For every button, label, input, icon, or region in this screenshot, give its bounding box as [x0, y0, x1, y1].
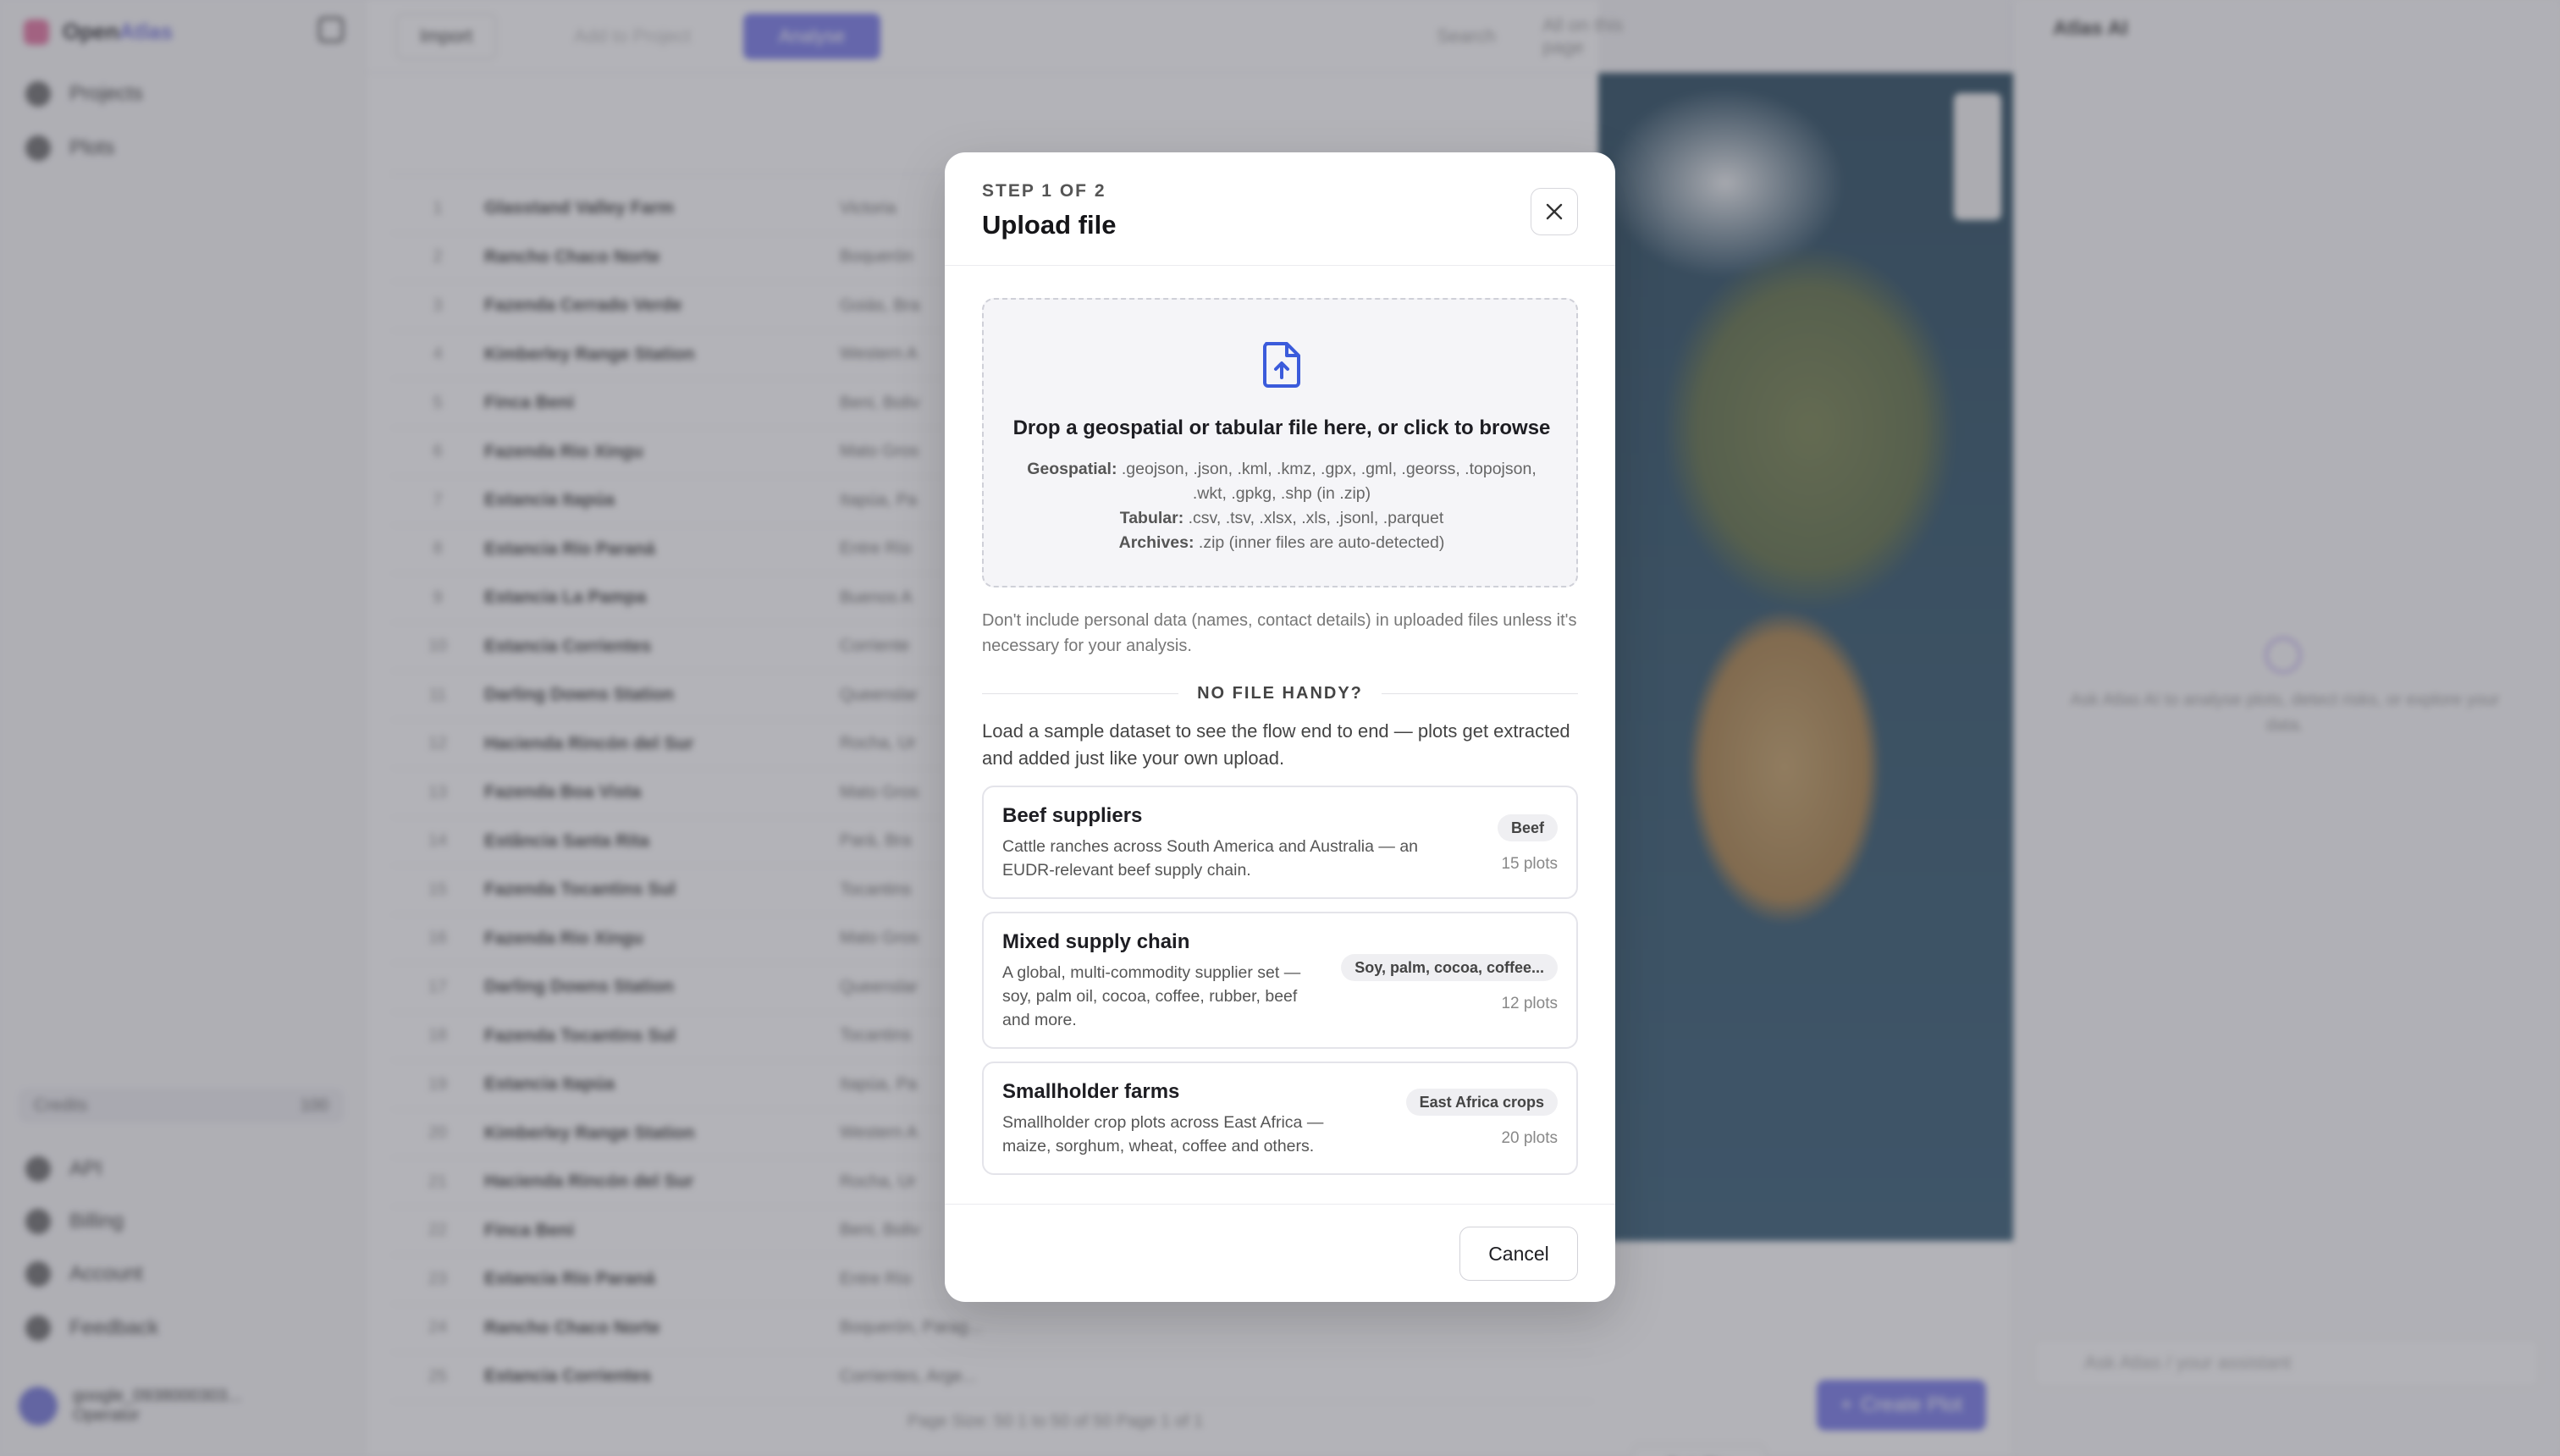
- close-icon: [1546, 203, 1563, 220]
- section-divider: NO FILE HANDY?: [982, 682, 1578, 704]
- sample-description: A global, multi-commodity supplier set —…: [1002, 963, 1301, 1029]
- commodity-tag: East Africa crops: [1405, 1089, 1558, 1116]
- supported-formats: Geospatial: .geojson, .json, .kml, .kmz,…: [1027, 460, 1537, 552]
- sample-name: Beef suppliers: [1002, 804, 1143, 827]
- cancel-button[interactable]: Cancel: [1459, 1227, 1578, 1281]
- dialog-title: Upload file: [982, 210, 1117, 240]
- commodity-tag: Beef: [1497, 814, 1558, 841]
- plot-count: 15 plots: [1501, 855, 1558, 873]
- dropzone-title: Drop a geospatial or tabular file here, …: [1012, 416, 1551, 439]
- commodity-tag: Soy, palm, cocoa, coffee...: [1341, 954, 1558, 981]
- sample-card-mixed-supply-chain[interactable]: Mixed supply chain A global, multi-commo…: [982, 912, 1578, 1049]
- close-button[interactable]: [1531, 188, 1578, 235]
- plot-count: 20 plots: [1501, 1129, 1558, 1147]
- sample-name: Mixed supply chain: [1002, 930, 1190, 953]
- sample-card-smallholder-farms[interactable]: Smallholder farms Smallholder crop plots…: [982, 1062, 1578, 1175]
- sample-description: Cattle ranches across South America and …: [1002, 837, 1419, 880]
- sample-intro: Load a sample dataset to see the flow en…: [982, 720, 1570, 769]
- sample-card-beef-suppliers[interactable]: Beef suppliers Cattle ranches across Sou…: [982, 786, 1578, 899]
- step-indicator: STEP 1 OF 2: [982, 181, 1106, 201]
- privacy-note: Don't include personal data (names, cont…: [982, 611, 1577, 655]
- dialog-footer: Cancel: [945, 1204, 1615, 1302]
- file-dropzone[interactable]: Drop a geospatial or tabular file here, …: [982, 298, 1578, 587]
- upload-dialog: STEP 1 OF 2 Upload file Drop a geospatia…: [945, 152, 1615, 1302]
- dialog-header: STEP 1 OF 2 Upload file: [945, 152, 1615, 266]
- sample-name: Smallholder farms: [1002, 1080, 1180, 1103]
- sample-description: Smallholder crop plots across East Afric…: [1002, 1113, 1324, 1155]
- file-upload-icon: [1263, 342, 1300, 388]
- plot-count: 12 plots: [1501, 995, 1558, 1012]
